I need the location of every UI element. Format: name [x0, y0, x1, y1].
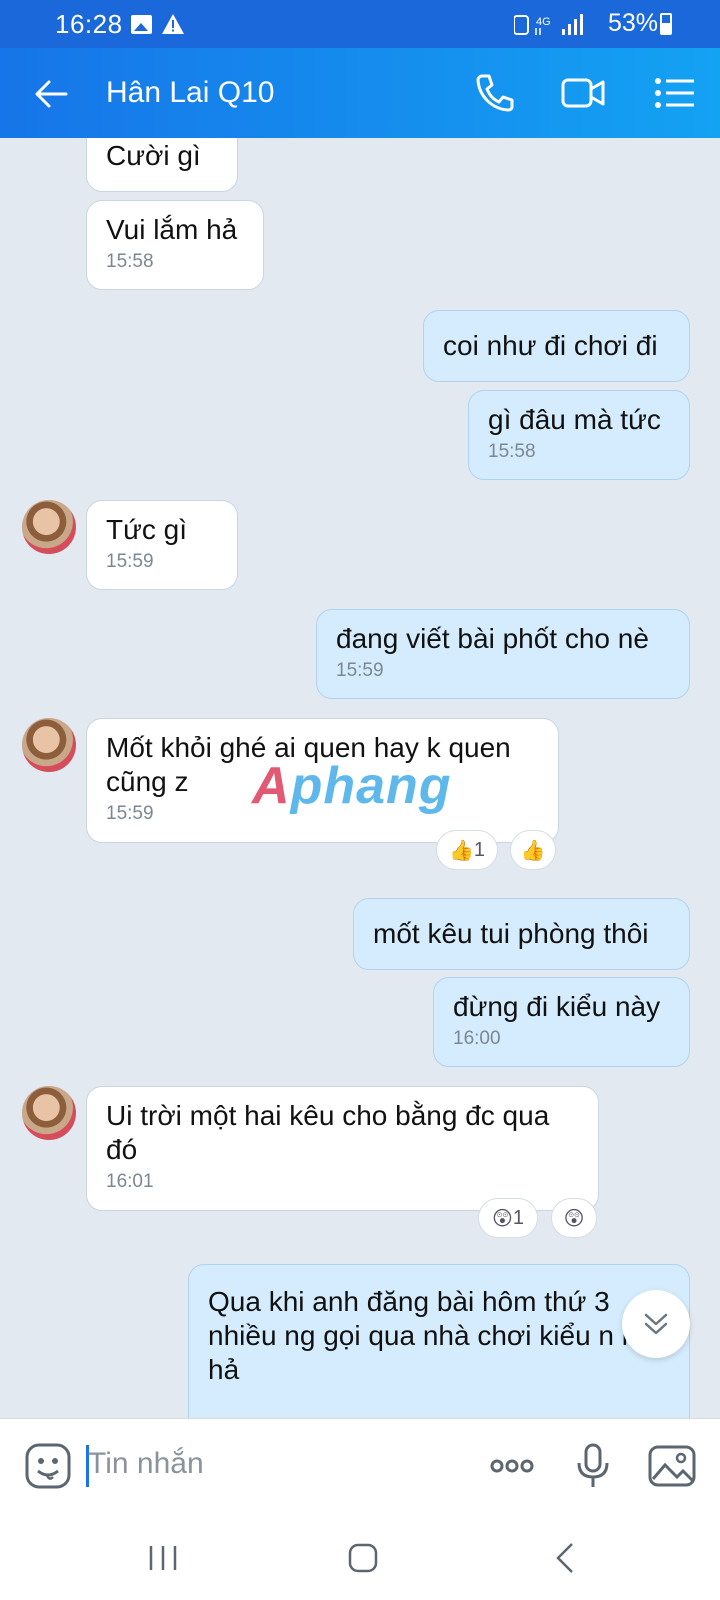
message-list[interactable]: Cười gì Vui lắm hả 15:58 coi như đi chơi…: [0, 138, 720, 1418]
message-text: đang viết bài phốt cho nè: [336, 623, 649, 654]
reaction-count: 1: [473, 838, 486, 861]
shocked-face-icon: 😲: [563, 1207, 585, 1230]
contact-avatar[interactable]: [22, 1086, 76, 1140]
reaction-count-badge[interactable]: 😲 1: [478, 1198, 538, 1238]
reaction-count-badge[interactable]: 👍 1: [436, 830, 498, 870]
message-time: 15:59: [336, 660, 384, 681]
message-time: 15:58: [488, 441, 536, 462]
video-call-icon[interactable]: [560, 70, 606, 116]
recent-apps-icon[interactable]: [143, 1538, 183, 1578]
battery-percent: 53%: [607, 9, 658, 37]
add-reaction-button[interactable]: 😲: [551, 1198, 597, 1238]
message-bubble-outgoing[interactable]: đang viết bài phốt cho nè 15:59: [316, 609, 690, 699]
home-icon[interactable]: [343, 1538, 383, 1578]
message-bubble-outgoing[interactable]: đừng đi kiểu này 16:00: [433, 977, 690, 1067]
shocked-face-icon: 😲: [492, 1207, 513, 1230]
message-bubble-incoming[interactable]: Tức gì 15:59: [86, 500, 238, 590]
message-bubble-outgoing[interactable]: coi như đi chơi đi: [423, 310, 690, 382]
message-text: Cười gì: [106, 140, 201, 171]
scroll-to-bottom-button[interactable]: [622, 1290, 690, 1358]
phone-call-icon[interactable]: [472, 70, 518, 116]
message-text: Tức gì: [106, 514, 187, 545]
message-time: 15:59: [106, 551, 154, 572]
thumbs-up-icon: 👍: [448, 839, 474, 862]
contact-name[interactable]: Hân Lai Q10: [106, 76, 274, 110]
microphone-icon[interactable]: [568, 1441, 618, 1491]
watermark-logo: Aphang: [252, 757, 452, 815]
contact-avatar[interactable]: [22, 718, 76, 772]
back-arrow-icon[interactable]: [30, 73, 72, 115]
reaction-count: 1: [512, 1206, 524, 1229]
message-text: mốt kêu tui phòng thôi: [373, 918, 649, 949]
status-bar: 16:28 4G 53%: [0, 0, 720, 48]
network-label: 4G: [536, 16, 551, 28]
message-bubble-incoming[interactable]: Vui lắm hả 15:58: [86, 200, 264, 290]
message-text: Vui lắm hả: [106, 214, 238, 245]
back-icon[interactable]: [546, 1538, 586, 1578]
message-text: gì đâu mà tức: [488, 404, 661, 435]
message-bubble-incoming[interactable]: Ui trời một hai kêu cho bằng đc qua đó 1…: [86, 1086, 599, 1211]
battery-icon: [660, 13, 672, 35]
message-bubble-outgoing[interactable]: mốt kêu tui phòng thôi: [353, 898, 690, 970]
image-notification-icon: [131, 15, 152, 34]
message-text: coi như đi chơi đi: [443, 330, 658, 361]
message-bubble-outgoing[interactable]: Qua khi anh đăng bài hôm thứ 3 nhiều ng …: [188, 1264, 690, 1418]
message-time: 16:01: [106, 1171, 154, 1192]
message-text: đừng đi kiểu này: [453, 991, 661, 1022]
image-gallery-icon[interactable]: [647, 1441, 697, 1491]
message-text: Qua khi anh đăng bài hôm thứ 3 nhiều ng …: [208, 1286, 667, 1385]
sticker-emoji-icon[interactable]: [23, 1441, 73, 1491]
warning-icon: [162, 14, 184, 34]
message-time: 16:00: [453, 1028, 501, 1049]
message-input-bar: Tin nhắn: [0, 1418, 720, 1514]
thumbs-up-icon: 👍: [520, 839, 546, 862]
system-nav-bar: [0, 1514, 720, 1600]
status-time: 16:28: [55, 9, 123, 39]
menu-list-icon[interactable]: [652, 70, 698, 116]
chat-header: Hân Lai Q10: [0, 48, 720, 138]
message-bubble-incoming[interactable]: Cười gì: [86, 138, 238, 192]
add-reaction-button[interactable]: 👍: [510, 830, 556, 870]
signal-icon: 4G: [514, 14, 583, 35]
message-input[interactable]: Tin nhắn: [88, 1447, 204, 1481]
message-bubble-outgoing[interactable]: gì đâu mà tức 15:58: [468, 390, 690, 480]
more-options-icon[interactable]: [487, 1441, 537, 1491]
message-time: 15:58: [106, 251, 154, 272]
contact-avatar[interactable]: [22, 500, 76, 554]
message-text: Ui trời một hai kêu cho bằng đc qua đó: [106, 1100, 550, 1165]
double-chevron-down-icon: [644, 1313, 668, 1335]
